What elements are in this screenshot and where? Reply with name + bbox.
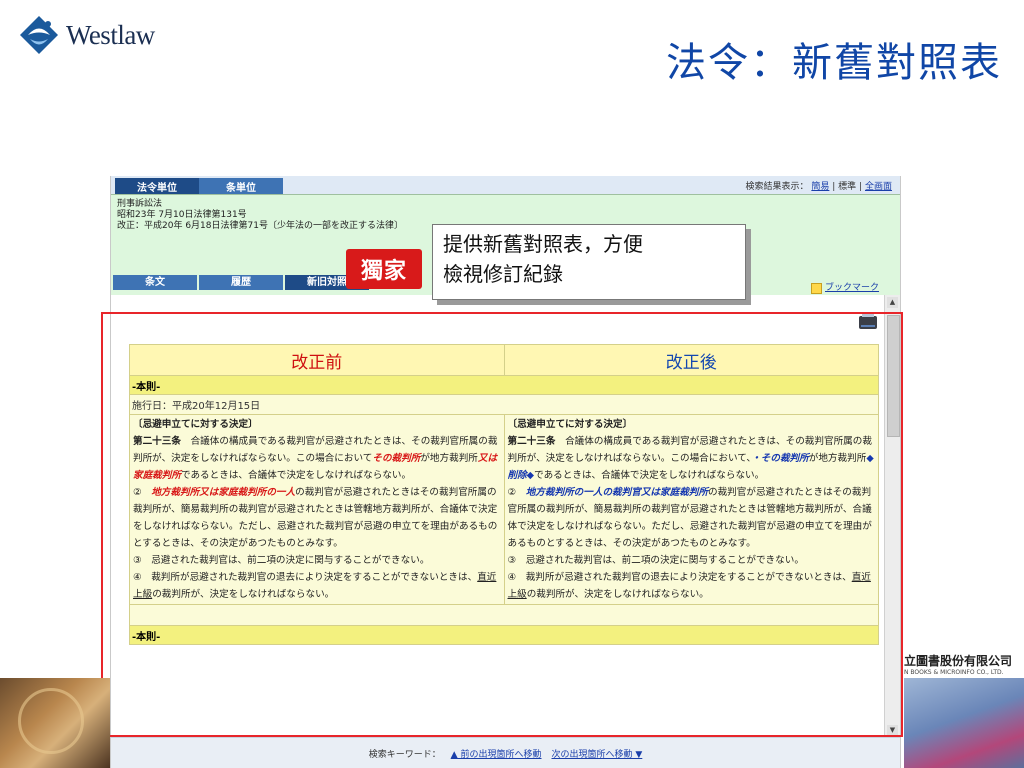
scales-of-justice-image xyxy=(0,678,110,768)
tab-law-unit[interactable]: 法令単位 xyxy=(115,178,199,194)
city-skyline-image xyxy=(904,678,1024,768)
scroll-down-icon[interactable]: ▼ xyxy=(887,725,898,736)
header-before: 改正前 xyxy=(129,344,505,376)
section-label: -本則- xyxy=(129,375,879,395)
effective-date: 施行日：平成20年12月15日 xyxy=(129,394,879,415)
law-enacted: 昭和23年 7月10日法律第131号 xyxy=(117,210,247,220)
subtab-history[interactable]: 履歴 xyxy=(199,275,283,290)
display-fullscreen-link[interactable]: 全画面 xyxy=(865,182,892,192)
callout-line-1: 提供新舊對照表，方便 xyxy=(443,232,643,256)
display-standard-option[interactable]: 標準 xyxy=(838,182,856,192)
display-simple-link[interactable]: 簡易 xyxy=(811,182,829,192)
scroll-thumb[interactable] xyxy=(887,315,900,437)
result-display-options: 検索結果表示： 簡易 | 標準 | 全画面 xyxy=(745,182,892,192)
text-after: 〔忌避申立てに対する決定〕 第二十三条 合議体の構成員である裁判官が忌避されたと… xyxy=(503,414,879,605)
blank-row xyxy=(129,604,879,626)
law-name: 刑事訴訟法 xyxy=(117,199,163,209)
search-keyword-bar: 検索キーワード： ▲ 前の出現箇所へ移動 次の出現箇所へ移動 ▼ xyxy=(111,737,900,768)
westlaw-diamond-icon xyxy=(20,16,58,54)
header-after: 改正後 xyxy=(503,344,879,376)
text-before: 〔忌避申立てに対する決定〕 第二十三条 合議体の構成員である裁判官が忌避されたと… xyxy=(129,414,505,605)
top-tab-bar: 法令単位 条単位 検索結果表示： 簡易 | 標準 | 全画面 xyxy=(111,176,900,194)
search-keyword-label: 検索キーワード： xyxy=(368,749,441,760)
bookmark-icon xyxy=(811,283,822,294)
exclusive-badge: 獨家 xyxy=(346,249,422,289)
slide-title: 法令：新舊對照表 xyxy=(666,40,1002,86)
callout-line-2: 檢視修訂紀錄 xyxy=(443,262,563,286)
company-name-cn: 立圖書股份有限公司 xyxy=(904,654,1013,668)
law-amended: 改正：平成20年 6月18日法律第71号〔少年法の一部を改正する法律〕 xyxy=(117,221,403,231)
company-logo: 立圖書股份有限公司 N BOOKS & MICROINFO CO., LTD. xyxy=(904,652,1024,676)
bookmark-link[interactable]: ブックマーク xyxy=(811,283,879,294)
westlaw-logo: Westlaw xyxy=(18,14,155,56)
next-occurrence-link[interactable]: 次の出現箇所へ移動 ▼ xyxy=(552,747,643,760)
section-label-bottom: -本則- xyxy=(129,625,879,645)
logo-text: Westlaw xyxy=(66,19,155,50)
vertical-scrollbar[interactable]: ▲ ▼ xyxy=(884,295,900,738)
scroll-up-icon[interactable]: ▲ xyxy=(887,297,898,308)
subtab-articles[interactable]: 条文 xyxy=(113,275,197,290)
callout-box: 提供新舊對照表，方便 檢視修訂紀錄 xyxy=(432,224,746,300)
printer-icon[interactable] xyxy=(859,312,877,329)
result-display-label: 検索結果表示： xyxy=(745,182,809,192)
company-name-en: N BOOKS & MICROINFO CO., LTD. xyxy=(904,669,1004,676)
tab-article-unit[interactable]: 条単位 xyxy=(199,178,283,194)
prev-occurrence-link[interactable]: ▲ 前の出現箇所へ移動 xyxy=(451,747,542,760)
comparison-table: 改正前 改正後 -本則- 施行日：平成20年12月15日 〔忌避申立てに対する決… xyxy=(129,344,879,645)
